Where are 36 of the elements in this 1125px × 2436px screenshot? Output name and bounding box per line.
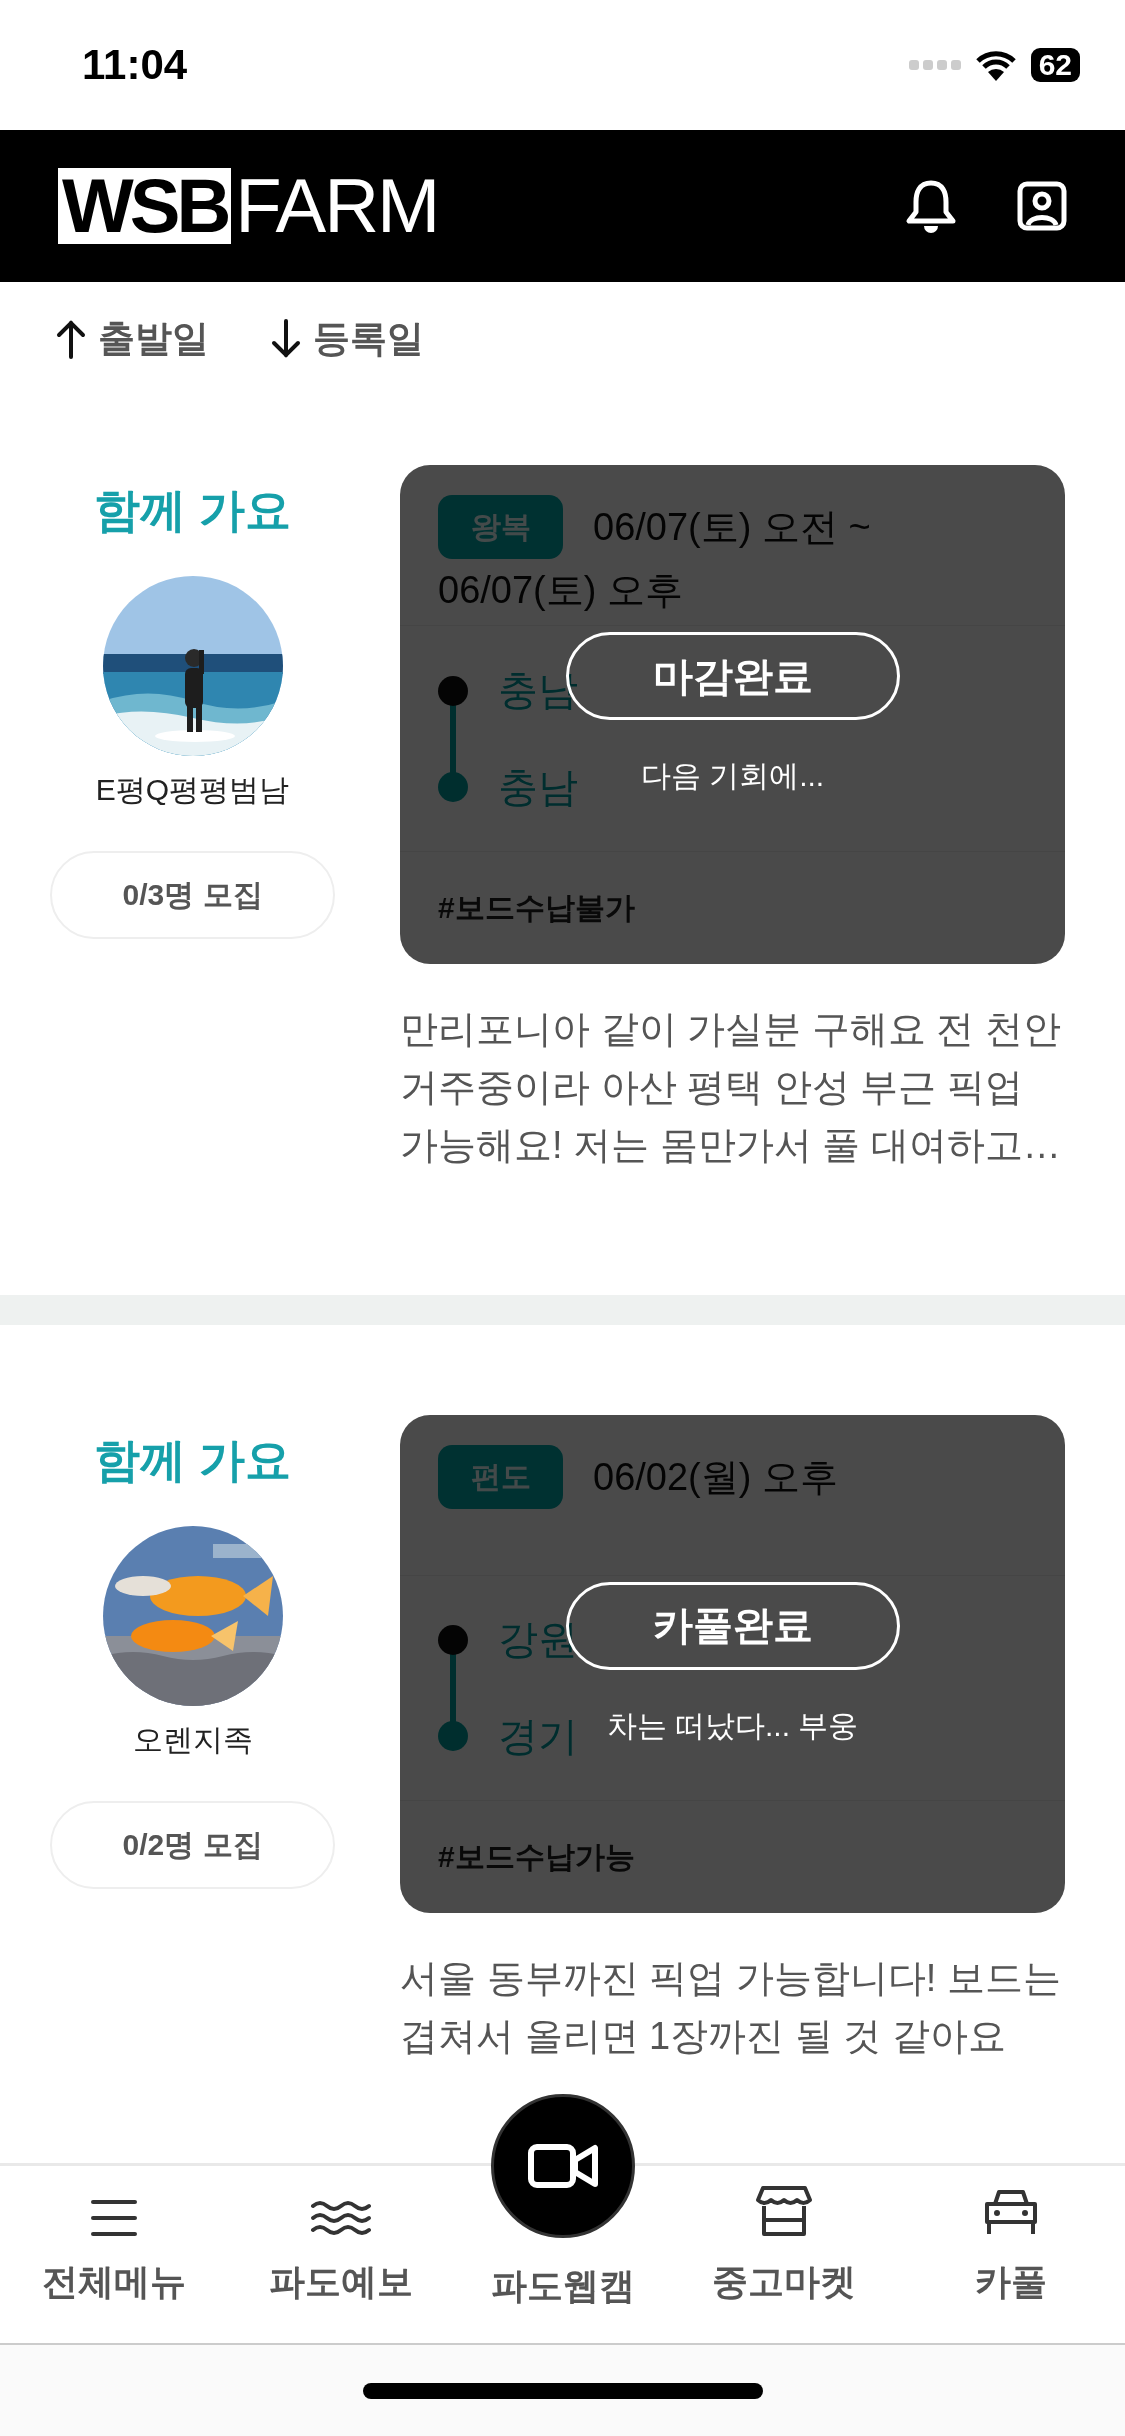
trip-schedule: 06/07(토) 오후 [438, 569, 683, 611]
battery-level: 62 [1030, 48, 1080, 82]
tag-label: #보드수납가능 [438, 1838, 635, 1875]
video-camera-icon [527, 2142, 599, 2190]
sort-option[interactable]: 출발일 [56, 314, 209, 364]
nav-item[interactable]: 파도예보 [227, 2166, 455, 2343]
waves-icon [310, 2198, 373, 2238]
author-name: E평Q평평범남 [95, 772, 290, 809]
tag-label: #보드수납불가 [438, 889, 635, 926]
signal-icon [908, 59, 961, 71]
trip-schedule: 06/02(월) 오후 [593, 1455, 838, 1500]
post-description: 서울 동부까진 픽업 가능합니다! 보드는 겹쳐서 올리면 1장까진 될 것 같아요 [400, 1956, 1062, 2059]
route-region: 충남 [498, 764, 578, 809]
nav-item[interactable]: 파도웹캠 [490, 2263, 635, 2307]
post-heading: 함께 가요 [94, 483, 291, 538]
logo-mark: WSB [58, 168, 232, 244]
nav-item[interactable]: 전체메뉴 [0, 2166, 228, 2343]
logo-word: FARM [234, 168, 439, 244]
bell-icon[interactable] [905, 178, 957, 234]
nav-item[interactable]: 중고마켓 [670, 2166, 898, 2343]
post-description: 만리포니아 같이 가실분 구해요 전 천안 거주중이라 아산 평택 안성 부근 픽업 가능해요! 저는 몸만가서 풀 대여하고… [400, 1007, 1062, 1168]
nav-item[interactable]: 카풀 [897, 2166, 1125, 2343]
profile-icon[interactable] [1017, 181, 1067, 231]
wifi-icon [974, 49, 1017, 81]
post-heading: 함께 가요 [94, 1433, 291, 1488]
store-icon [754, 2184, 813, 2238]
route-region: 경기 [498, 1714, 578, 1758]
status-time: 11:04 [82, 41, 188, 89]
recruit-button[interactable]: 0/2명 모집 [50, 1801, 335, 1890]
author-name: 오렌지족 [132, 1722, 253, 1759]
sort-option[interactable]: 등록일 [271, 314, 424, 364]
status-note: 다음 기회에... [640, 758, 825, 794]
menu-icon [89, 2198, 138, 2238]
trip-schedule: 06/07(토) 오전 ~ [593, 505, 871, 550]
recruit-button[interactable]: 0/3명 모집 [50, 851, 335, 940]
status-note: 차는 떠났다... 부웅 [606, 1707, 859, 1744]
